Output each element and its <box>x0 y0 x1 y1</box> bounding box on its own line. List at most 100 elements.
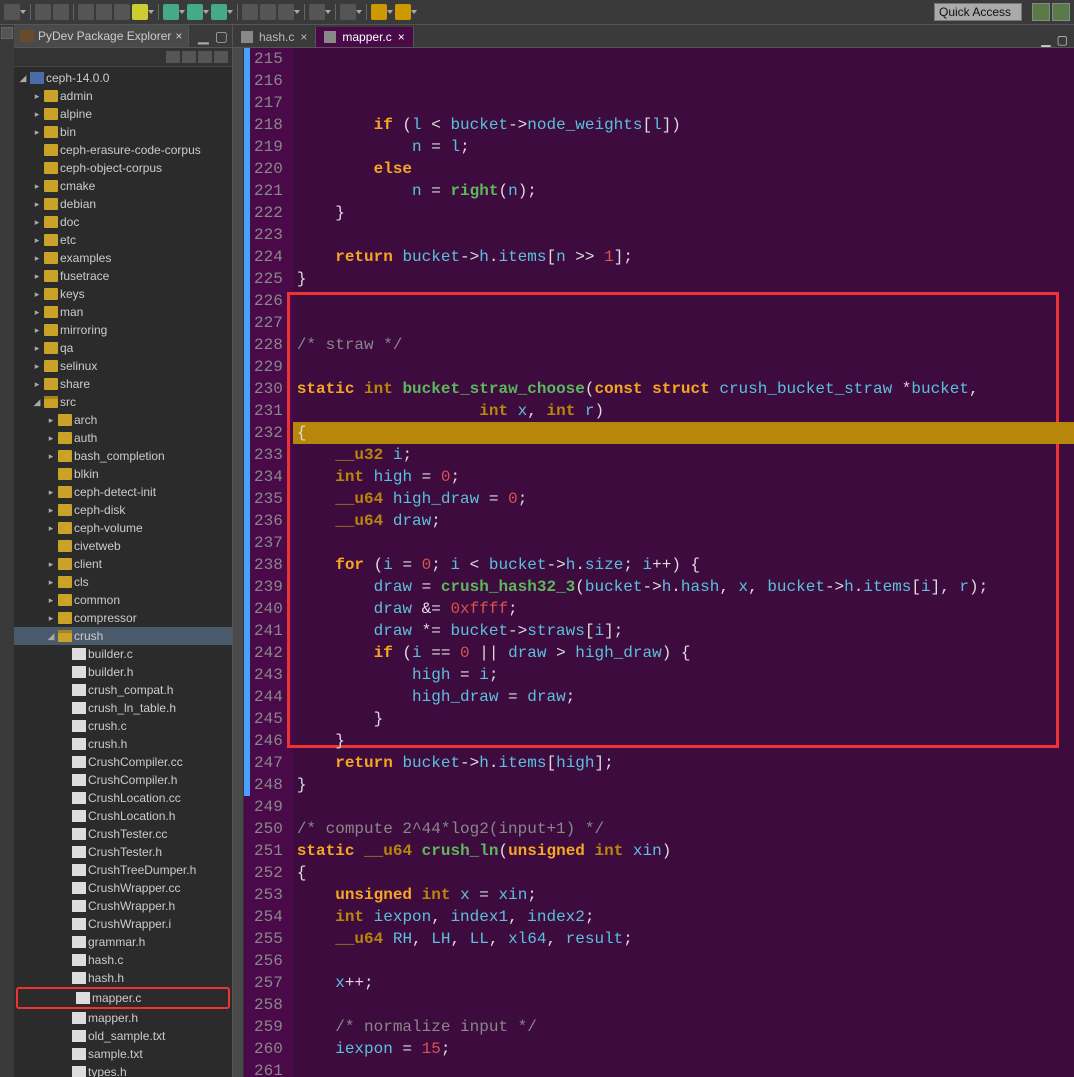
tree-item-client[interactable]: ▸client <box>14 555 232 573</box>
tree-item-crushtester-h[interactable]: CrushTester.h <box>14 843 232 861</box>
folder-icon <box>58 630 72 642</box>
tree-item-sample-txt[interactable]: sample.txt <box>14 1045 232 1063</box>
open-type-icon[interactable] <box>260 4 276 20</box>
tree-item-auth[interactable]: ▸auth <box>14 429 232 447</box>
tree-item-mirroring[interactable]: ▸mirroring <box>14 321 232 339</box>
tree-item-crush-compat-h[interactable]: crush_compat.h <box>14 681 232 699</box>
tree-item-ceph-volume[interactable]: ▸ceph-volume <box>14 519 232 537</box>
tree-item-keys[interactable]: ▸keys <box>14 285 232 303</box>
tree-item-crush-c[interactable]: crush.c <box>14 717 232 735</box>
new-folder-icon[interactable] <box>242 4 258 20</box>
open-task-icon[interactable] <box>78 4 94 20</box>
filters-icon[interactable] <box>198 51 212 63</box>
tree-item-debian[interactable]: ▸debian <box>14 195 232 213</box>
tree-item-bin[interactable]: ▸bin <box>14 123 232 141</box>
package-explorer-tab[interactable]: PyDev Package Explorer × <box>14 25 189 47</box>
tree-item-hash-c[interactable]: hash.c <box>14 951 232 969</box>
tree-item-ceph-detect-init[interactable]: ▸ceph-detect-init <box>14 483 232 501</box>
tree-item-crushwrapper-cc[interactable]: CrushWrapper.cc <box>14 879 232 897</box>
tree-item-ceph-object-corpus[interactable]: ceph-object-corpus <box>14 159 232 177</box>
tree-item-arch[interactable]: ▸arch <box>14 411 232 429</box>
maximize-icon[interactable]: ▢ <box>215 29 228 43</box>
coverage-icon[interactable] <box>211 4 227 20</box>
close-icon[interactable]: × <box>300 30 307 44</box>
tree-item-fusetrace[interactable]: ▸fusetrace <box>14 267 232 285</box>
tree-item-examples[interactable]: ▸examples <box>14 249 232 267</box>
tree-item-man[interactable]: ▸man <box>14 303 232 321</box>
tree-item-doc[interactable]: ▸doc <box>14 213 232 231</box>
tree-item-cmake[interactable]: ▸cmake <box>14 177 232 195</box>
run-icon[interactable] <box>187 4 203 20</box>
save-all-icon[interactable] <box>53 4 69 20</box>
toggle-breadcrumb-icon[interactable] <box>309 4 325 20</box>
tree-item-cls[interactable]: ▸cls <box>14 573 232 591</box>
forward-icon[interactable] <box>395 4 411 20</box>
highlight-icon[interactable] <box>132 4 148 20</box>
tree-item-src[interactable]: ◢src <box>14 393 232 411</box>
pin-icon[interactable] <box>340 4 356 20</box>
tree-item-crush-ln-table-h[interactable]: crush_ln_table.h <box>14 699 232 717</box>
tree-item-crushlocation-cc[interactable]: CrushLocation.cc <box>14 789 232 807</box>
package-explorer-tree[interactable]: ◢ceph-14.0.0▸admin▸alpine▸binceph-erasur… <box>14 67 232 1077</box>
tree-item-builder-h[interactable]: builder.h <box>14 663 232 681</box>
tree-item-crushtester-cc[interactable]: CrushTester.cc <box>14 825 232 843</box>
tree-item-crush[interactable]: ◢crush <box>14 627 232 645</box>
toggle-mark-icon[interactable] <box>114 4 130 20</box>
tree-item-civetweb[interactable]: civetweb <box>14 537 232 555</box>
editor-tab-mapper-c[interactable]: mapper.c× <box>316 27 413 47</box>
debug-icon[interactable] <box>163 4 179 20</box>
tree-item-crush-h[interactable]: crush.h <box>14 735 232 753</box>
tree-item-bash-completion[interactable]: ▸bash_completion <box>14 447 232 465</box>
perspective-pydev-icon[interactable] <box>1052 3 1070 21</box>
editor-maximize-icon[interactable]: ▢ <box>1057 33 1068 47</box>
editor-tab-hash-c[interactable]: hash.c× <box>233 27 316 47</box>
tree-item-builder-c[interactable]: builder.c <box>14 645 232 663</box>
close-icon[interactable]: × <box>398 30 405 44</box>
tree-item-compressor[interactable]: ▸compressor <box>14 609 232 627</box>
tree-item-alpine[interactable]: ▸alpine <box>14 105 232 123</box>
back-icon[interactable] <box>371 4 387 20</box>
overview-ruler[interactable] <box>233 48 244 1077</box>
view-menu-icon[interactable] <box>214 51 228 63</box>
code-content[interactable]: if (l < bucket->node_weights[l]) n = l; … <box>293 48 1074 1077</box>
editor-minimize-icon[interactable]: ▁ <box>1041 33 1050 47</box>
tree-item-crushwrapper-i[interactable]: CrushWrapper.i <box>14 915 232 933</box>
minimize-icon[interactable]: ▁ <box>198 29 209 43</box>
tree-item-selinux[interactable]: ▸selinux <box>14 357 232 375</box>
tree-item-crushcompiler-cc[interactable]: CrushCompiler.cc <box>14 753 232 771</box>
folder-icon <box>58 414 72 426</box>
tree-item-share[interactable]: ▸share <box>14 375 232 393</box>
close-icon[interactable]: × <box>175 29 182 43</box>
tree-item-crushtreedumper-h[interactable]: CrushTreeDumper.h <box>14 861 232 879</box>
code-editor[interactable]: 2152162172182192202212222232242252262272… <box>233 48 1074 1077</box>
perspective-switcher-icon[interactable] <box>1032 3 1050 21</box>
tree-item-mapper-c[interactable]: mapper.c <box>16 987 230 1009</box>
tree-item-common[interactable]: ▸common <box>14 591 232 609</box>
tree-item-hash-h[interactable]: hash.h <box>14 969 232 987</box>
paste-icon[interactable] <box>96 4 112 20</box>
tree-item-qa[interactable]: ▸qa <box>14 339 232 357</box>
tree-item-ceph-erasure-code-corpus[interactable]: ceph-erasure-code-corpus <box>14 141 232 159</box>
folder-icon <box>44 216 58 228</box>
tree-item-blkin[interactable]: blkin <box>14 465 232 483</box>
tree-item-old-sample-txt[interactable]: old_sample.txt <box>14 1027 232 1045</box>
save-icon[interactable] <box>35 4 51 20</box>
collapse-all-icon[interactable] <box>166 51 180 63</box>
search-icon[interactable] <box>278 4 294 20</box>
new-icon[interactable] <box>4 4 20 20</box>
tree-item-crushlocation-h[interactable]: CrushLocation.h <box>14 807 232 825</box>
tree-item-crushwrapper-h[interactable]: CrushWrapper.h <box>14 897 232 915</box>
file-icon <box>72 756 86 768</box>
tree-item-admin[interactable]: ▸admin <box>14 87 232 105</box>
link-editor-icon[interactable] <box>182 51 196 63</box>
file-icon <box>76 992 90 1004</box>
tree-item-mapper-h[interactable]: mapper.h <box>14 1009 232 1027</box>
restore-view-icon[interactable] <box>1 27 13 39</box>
tree-item-ceph-disk[interactable]: ▸ceph-disk <box>14 501 232 519</box>
tree-item-crushcompiler-h[interactable]: CrushCompiler.h <box>14 771 232 789</box>
tree-item-etc[interactable]: ▸etc <box>14 231 232 249</box>
tree-item-ceph-14-0-0[interactable]: ◢ceph-14.0.0 <box>14 69 232 87</box>
quick-access-input[interactable] <box>934 3 1022 21</box>
tree-item-types-h[interactable]: types.h <box>14 1063 232 1077</box>
tree-item-grammar-h[interactable]: grammar.h <box>14 933 232 951</box>
